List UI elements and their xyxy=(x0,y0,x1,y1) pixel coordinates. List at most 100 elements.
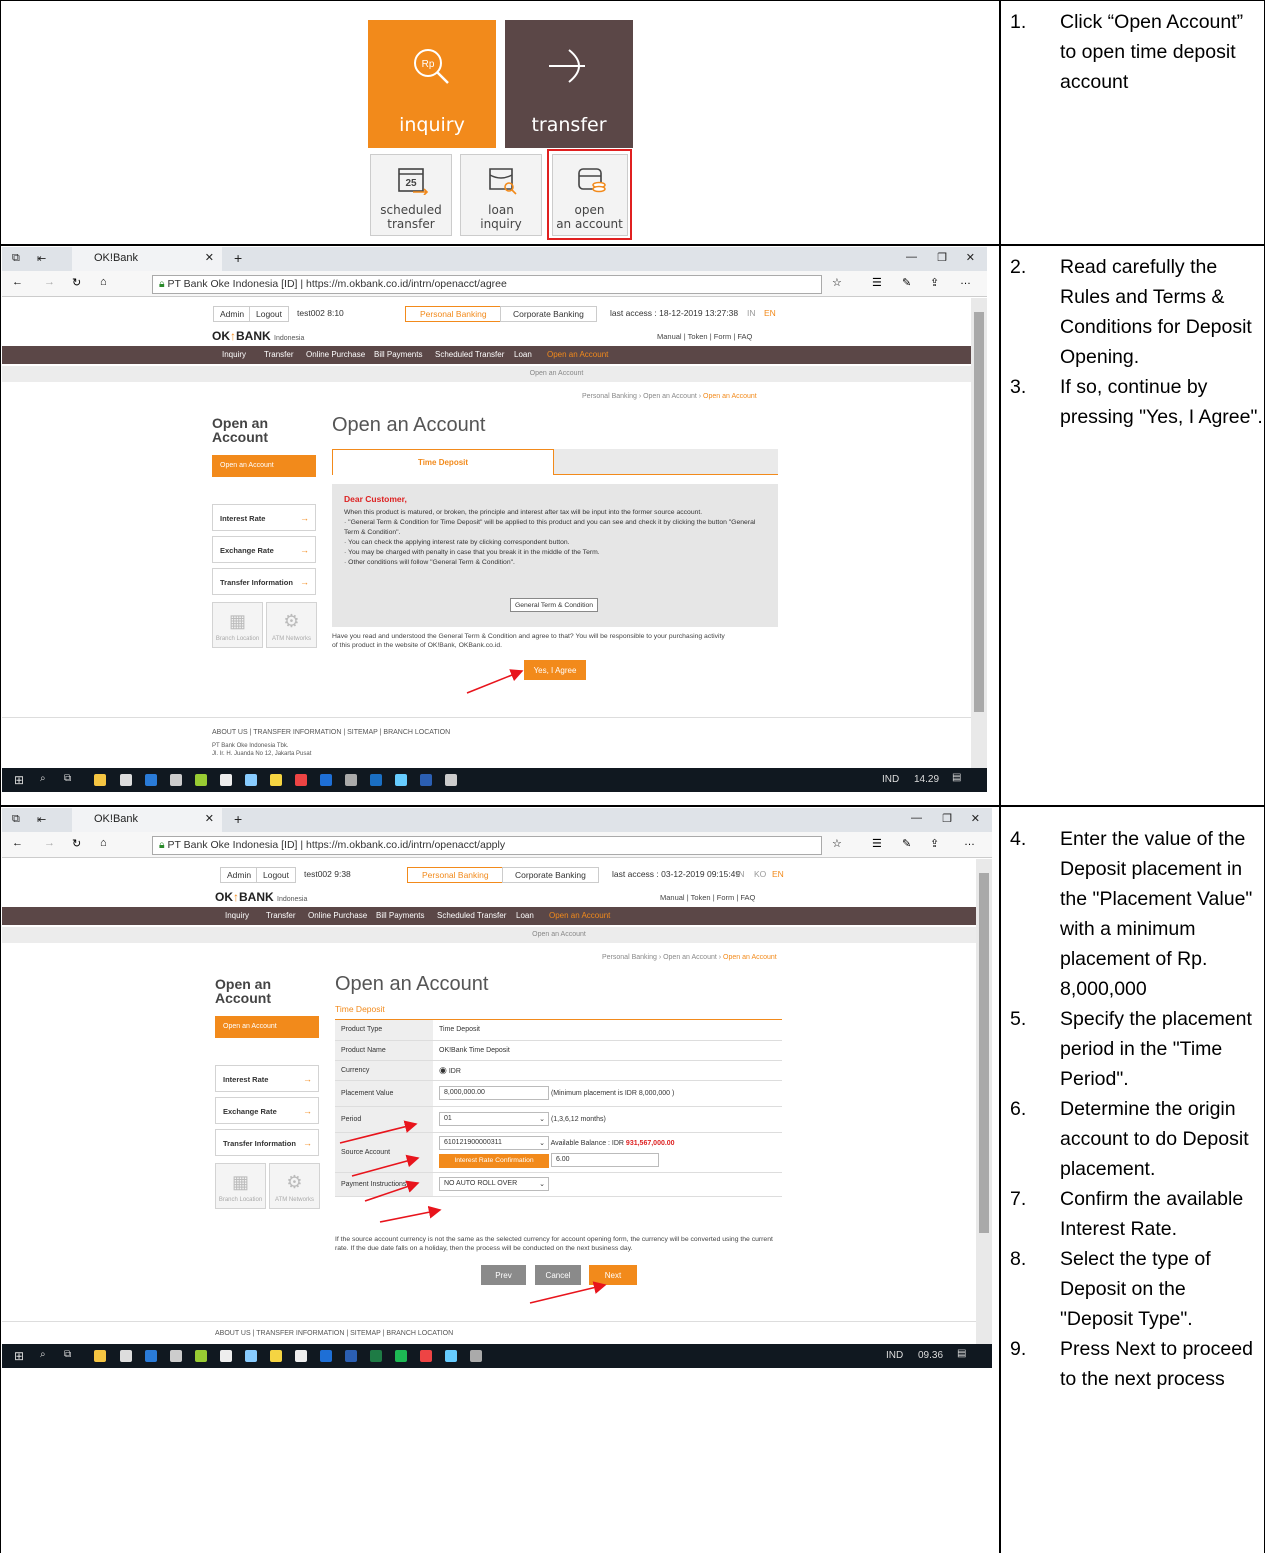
left-open-account-button[interactable]: Open an Account xyxy=(212,455,316,477)
store-icon[interactable] xyxy=(120,1350,132,1362)
nav-bill-payments[interactable]: Bill Payments xyxy=(376,911,424,920)
atm-networks-box[interactable]: ⚙ ATM Networks xyxy=(269,1163,320,1209)
app4-icon[interactable] xyxy=(295,1350,307,1362)
notes-icon[interactable] xyxy=(270,1350,282,1362)
interest-rate-link[interactable]: Interest Rate → xyxy=(212,504,316,531)
app2-icon[interactable] xyxy=(395,774,407,786)
lang-en[interactable]: EN xyxy=(772,869,784,879)
admin-link[interactable]: Admin xyxy=(213,306,252,322)
tray-time[interactable]: 14.29 xyxy=(914,774,939,785)
yes-agree-button[interactable]: Yes, I Agree xyxy=(524,660,586,680)
manual-link[interactable]: Manual xyxy=(660,893,685,902)
transfer-information-link[interactable]: Transfer Information → xyxy=(215,1129,319,1156)
scrollbar[interactable] xyxy=(976,859,992,1344)
payment-select[interactable]: NO AUTO ROLL OVER ⌄ xyxy=(439,1177,549,1191)
chrome-icon[interactable] xyxy=(420,1350,432,1362)
branch-location-box[interactable]: ▦ Branch Location xyxy=(212,602,263,648)
ie-icon[interactable] xyxy=(320,774,332,786)
spotify-icon[interactable] xyxy=(395,1350,407,1362)
tab-time-deposit[interactable]: Time Deposit xyxy=(332,449,554,475)
transfer-tile[interactable]: transfer xyxy=(505,20,633,148)
nav-online-purchase[interactable]: Online Purchase xyxy=(306,350,365,359)
token-link[interactable]: Token xyxy=(688,332,708,341)
general-term-button[interactable]: General Term & Condition xyxy=(510,598,598,612)
corporate-banking-tab[interactable]: Corporate Banking xyxy=(502,867,599,883)
tool-icon[interactable] xyxy=(345,774,357,786)
close-icon[interactable]: ✕ xyxy=(205,812,214,825)
notification-icon[interactable]: ▤ xyxy=(957,1348,966,1359)
lang-in[interactable]: IN xyxy=(736,869,745,879)
close-window-icon[interactable]: ✕ xyxy=(971,812,980,825)
nav-open-account[interactable]: Open an Account xyxy=(547,350,608,359)
chrome-icon[interactable] xyxy=(295,774,307,786)
url-field[interactable]: 🔒︎ PT Bank Oke Indonesia [ID] | https://… xyxy=(152,275,822,294)
ie-icon[interactable] xyxy=(320,1350,332,1362)
interest-rate-confirm-button[interactable]: Interest Rate Confirmation xyxy=(439,1153,549,1168)
prev-button[interactable]: Prev xyxy=(481,1265,526,1285)
corporate-banking-tab[interactable]: Corporate Banking xyxy=(500,306,597,322)
close-icon[interactable]: ✕ xyxy=(205,251,214,264)
favorites-icon[interactable]: ☰ xyxy=(872,276,882,289)
personal-banking-tab[interactable]: Personal Banking xyxy=(405,306,502,322)
cancel-button[interactable]: Cancel xyxy=(535,1265,581,1285)
favorites-icon[interactable]: ☰ xyxy=(872,837,882,850)
share-icon[interactable]: ⇪ xyxy=(930,276,939,289)
tray-lang[interactable]: IND xyxy=(886,1350,903,1361)
nav-inquiry[interactable]: Inquiry xyxy=(222,350,246,359)
source-account-select[interactable]: 610121900000311 ⌄ xyxy=(439,1136,549,1151)
notes-icon[interactable] xyxy=(270,774,282,786)
home-icon[interactable]: ⌂ xyxy=(100,276,107,288)
more-icon[interactable]: … xyxy=(960,275,971,287)
app3-icon[interactable] xyxy=(445,774,457,786)
loan-inquiry-tile[interactable]: loan inquiry xyxy=(460,154,542,236)
share-icon[interactable]: ⇪ xyxy=(930,837,939,850)
nav-bill-payments[interactable]: Bill Payments xyxy=(374,350,422,359)
nav-online-purchase[interactable]: Online Purchase xyxy=(308,911,367,920)
browser-tab[interactable]: OK!Bank ✕ xyxy=(72,247,222,271)
app-icon[interactable] xyxy=(195,774,207,786)
explorer-icon[interactable] xyxy=(94,1350,106,1362)
close-window-icon[interactable]: ✕ xyxy=(966,251,975,264)
footer-links[interactable]: ABOUT US | TRANSFER INFORMATION | SITEMA… xyxy=(212,728,450,738)
windows-icon[interactable]: ⊞ xyxy=(14,773,24,787)
mail-icon[interactable] xyxy=(170,1350,182,1362)
admin-link[interactable]: Admin xyxy=(220,867,259,883)
nav-loan[interactable]: Loan xyxy=(514,350,532,359)
branch-location-box[interactable]: ▦ Branch Location xyxy=(215,1163,266,1209)
nav-transfer[interactable]: Transfer xyxy=(264,350,294,359)
logout-link[interactable]: Logout xyxy=(249,306,289,322)
faq-link[interactable]: FAQ xyxy=(740,893,755,902)
pen-icon[interactable]: ✎ xyxy=(902,276,911,289)
star-icon[interactable]: ☆ xyxy=(832,837,842,850)
footer-links[interactable]: ABOUT US | TRANSFER INFORMATION | SITEMA… xyxy=(215,1329,453,1339)
open-account-tile[interactable]: open an account xyxy=(547,149,632,240)
form-link[interactable]: Form xyxy=(714,332,732,341)
nav-open-account[interactable]: Open an Account xyxy=(549,911,610,920)
vb-icon[interactable] xyxy=(220,774,232,786)
exchange-rate-link[interactable]: Exchange Rate → xyxy=(215,1097,319,1124)
refresh-icon[interactable]: ↻ xyxy=(72,837,81,850)
form-link[interactable]: Form xyxy=(717,893,735,902)
nav-transfer[interactable]: Transfer xyxy=(266,911,296,920)
restore-icon[interactable]: ❐ xyxy=(937,251,947,264)
mail-icon[interactable] xyxy=(170,774,182,786)
store-icon[interactable] xyxy=(120,774,132,786)
network-icon[interactable] xyxy=(245,774,257,786)
edge-icon[interactable] xyxy=(145,774,157,786)
tray-lang[interactable]: IND xyxy=(882,774,899,785)
manual-link[interactable]: Manual xyxy=(657,332,682,341)
back-icon[interactable]: ← xyxy=(12,837,23,849)
faq-link[interactable]: FAQ xyxy=(737,332,752,341)
left-open-account-button[interactable]: Open an Account xyxy=(215,1016,319,1038)
scheduled-transfer-tile[interactable]: 25 scheduled transfer xyxy=(370,154,452,236)
tool-icon[interactable] xyxy=(470,1350,482,1362)
period-select[interactable]: 01 ⌄ xyxy=(439,1112,549,1126)
minimize-icon[interactable]: — xyxy=(911,812,922,824)
forward-icon[interactable]: → xyxy=(44,276,55,288)
tray-time[interactable]: 09.36 xyxy=(918,1350,943,1361)
lang-ko[interactable]: KO xyxy=(754,869,766,879)
nav-loan[interactable]: Loan xyxy=(516,911,534,920)
word-icon[interactable] xyxy=(420,774,432,786)
nav-scheduled-transfer[interactable]: Scheduled Transfer xyxy=(437,911,506,920)
network-icon[interactable] xyxy=(245,1350,257,1362)
